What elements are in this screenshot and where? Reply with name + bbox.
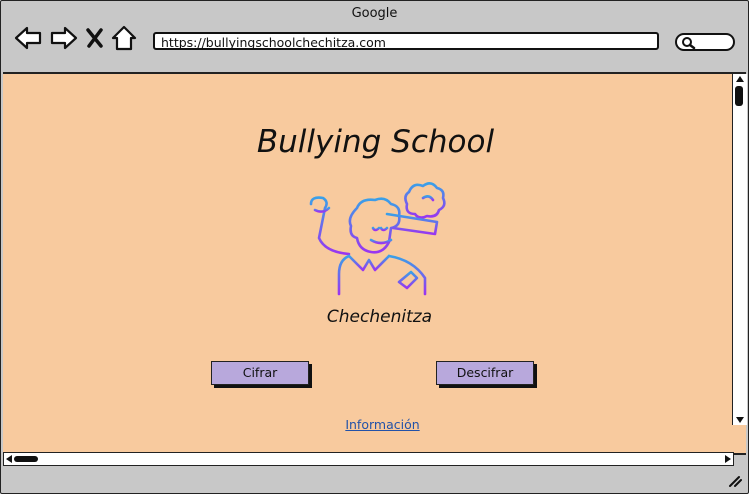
- page-title: Bullying School: [256, 124, 495, 160]
- scroll-left-icon[interactable]: [5, 455, 13, 463]
- scroll-down-icon[interactable]: [735, 415, 745, 425]
- page-subtitle: Chechenitza: [326, 307, 433, 327]
- forward-icon[interactable]: [49, 25, 79, 51]
- scroll-up-icon[interactable]: [735, 74, 745, 84]
- browser-window: Google https://bullyingschoolchechitza.c…: [0, 0, 749, 494]
- address-bar[interactable]: https://bullyingschoolchechitza.com: [153, 32, 659, 50]
- descifrar-button[interactable]: Descifrar: [436, 361, 534, 385]
- close-icon[interactable]: [85, 25, 105, 51]
- resize-grip-icon[interactable]: [728, 475, 742, 487]
- vertical-scroll-thumb[interactable]: [735, 86, 743, 106]
- informacion-link[interactable]: Información: [3, 417, 749, 432]
- cifrar-button[interactable]: Cifrar: [211, 361, 309, 385]
- vertical-scrollbar[interactable]: [732, 74, 747, 425]
- search-field[interactable]: [675, 33, 735, 51]
- page-content: Bullying School Chechenitza Cifrar Desci…: [3, 72, 749, 455]
- horizontal-scrollbar[interactable]: [3, 452, 734, 466]
- navigation-buttons: [13, 23, 137, 53]
- search-icon: [682, 37, 696, 50]
- bully-mascot-illustration: [301, 178, 461, 302]
- home-icon[interactable]: [111, 25, 137, 51]
- scroll-right-icon[interactable]: [724, 455, 732, 463]
- horizontal-scroll-thumb[interactable]: [14, 456, 38, 462]
- back-icon[interactable]: [13, 25, 43, 51]
- window-title: Google: [351, 6, 398, 21]
